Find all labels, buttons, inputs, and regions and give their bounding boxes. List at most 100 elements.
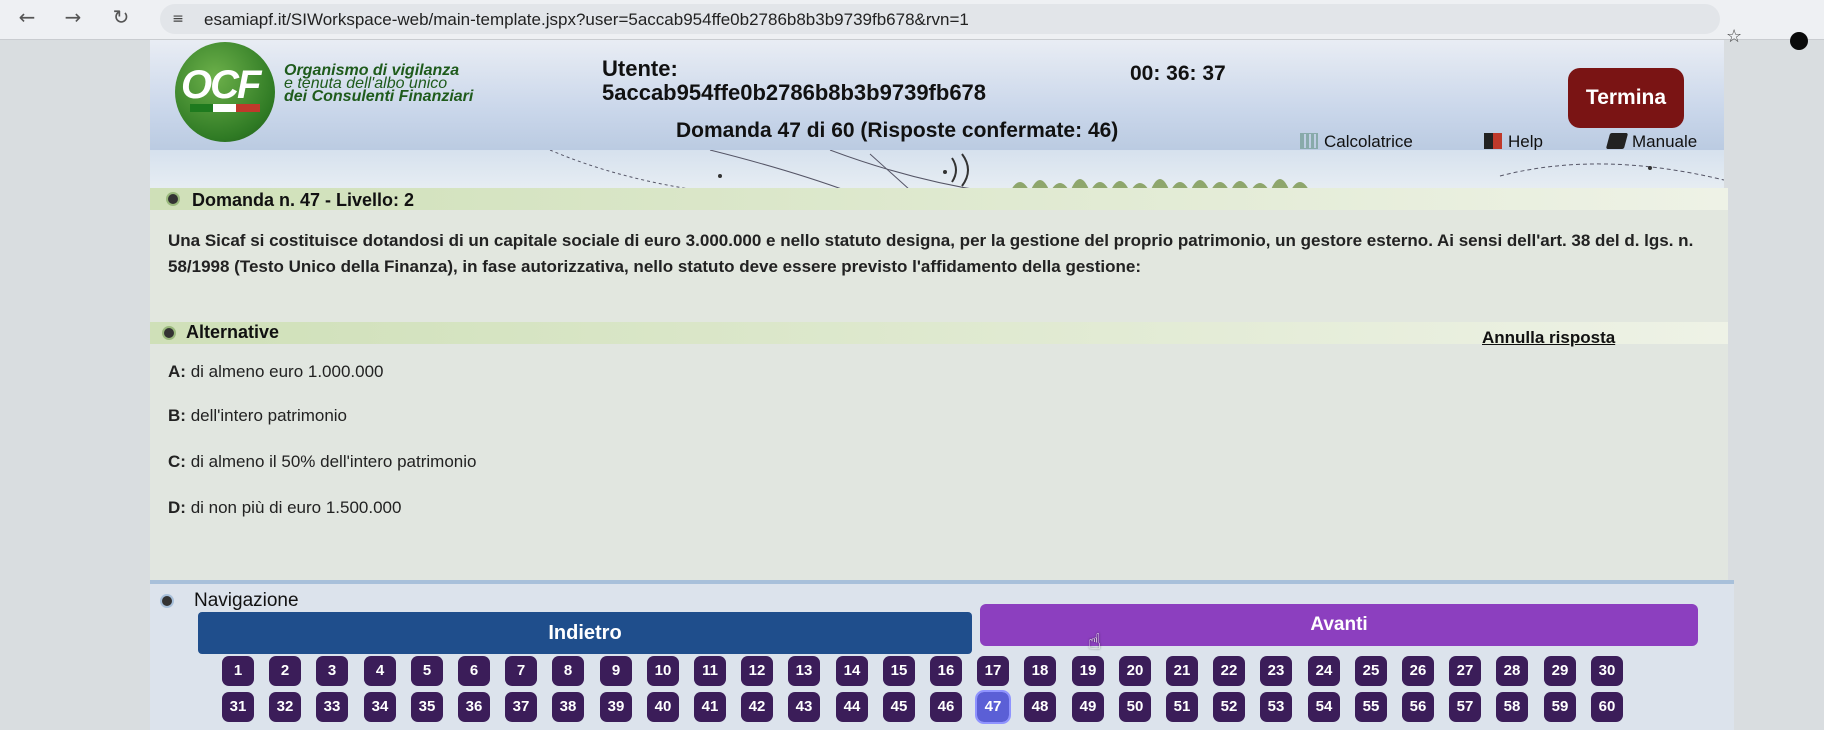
question-nav-button[interactable]: 49 xyxy=(1072,692,1104,722)
calculator-icon xyxy=(1300,133,1318,149)
question-nav-button[interactable]: 55 xyxy=(1355,692,1387,722)
question-nav-button[interactable]: 28 xyxy=(1496,656,1528,686)
question-nav-button[interactable]: 51 xyxy=(1166,692,1198,722)
question-nav-button[interactable]: 18 xyxy=(1024,656,1056,686)
question-nav-button[interactable]: 1 xyxy=(222,656,254,686)
question-grid: 1 2 3 4 5 6 7 8 9 10 11 12 13 14 15 16 17 18 19 20 21 22 23 24 2… xyxy=(222,656,1722,730)
question-nav-button[interactable]: 3 xyxy=(316,656,348,686)
option-d[interactable]: D: di non più di euro 1.500.000 xyxy=(168,498,401,518)
banner-illustration xyxy=(549,150,1724,192)
question-nav-button[interactable]: 26 xyxy=(1402,656,1434,686)
question-title: Domanda n. 47 - Livello: 2 xyxy=(192,190,415,210)
option-b[interactable]: B: dell'intero patrimonio xyxy=(168,406,347,426)
question-nav-button[interactable]: 32 xyxy=(269,692,301,722)
italian-flag-stripe xyxy=(190,104,260,112)
question-nav-button[interactable]: 8 xyxy=(552,656,584,686)
question-nav-button[interactable]: 29 xyxy=(1544,656,1576,686)
manual-button[interactable]: Manuale xyxy=(1605,132,1698,152)
question-nav-button[interactable]: 45 xyxy=(883,692,915,722)
question-nav-button[interactable]: 50 xyxy=(1119,692,1151,722)
question-nav-button[interactable]: 52 xyxy=(1213,692,1245,722)
question-nav-button[interactable]: 16 xyxy=(930,656,962,686)
question-nav-button[interactable]: 47 xyxy=(975,690,1011,724)
calculator-label: Calcolatrice xyxy=(1324,132,1413,151)
question-nav-button[interactable]: 37 xyxy=(505,692,537,722)
option-text: di non più di euro 1.500.000 xyxy=(190,498,402,517)
question-nav-button[interactable]: 23 xyxy=(1260,656,1292,686)
alternatives-title: Alternative xyxy=(186,322,280,342)
option-text: di almeno il 50% dell'intero patrimonio xyxy=(190,452,477,471)
option-c[interactable]: C: di almeno il 50% dell'intero patrimon… xyxy=(168,452,476,472)
question-nav-button[interactable]: 2 xyxy=(269,656,301,686)
bookmark-star-icon[interactable]: ☆ xyxy=(1726,26,1742,47)
question-nav-button[interactable]: 36 xyxy=(458,692,490,722)
question-nav-button[interactable]: 35 xyxy=(411,692,443,722)
question-nav-button[interactable]: 27 xyxy=(1449,656,1481,686)
question-nav-button[interactable]: 14 xyxy=(836,656,868,686)
url-text[interactable]: esamiapf.it/SIWorkspace-web/main-templat… xyxy=(204,10,969,30)
forward-arrow-icon[interactable]: → xyxy=(60,4,86,30)
question-nav-button[interactable]: 34 xyxy=(364,692,396,722)
question-nav-button[interactable]: 12 xyxy=(741,656,773,686)
question-nav-button[interactable]: 19 xyxy=(1072,656,1104,686)
question-nav-button[interactable]: 41 xyxy=(694,692,726,722)
profile-avatar[interactable] xyxy=(1790,32,1808,50)
question-nav-button[interactable]: 25 xyxy=(1355,656,1387,686)
question-nav-button[interactable]: 60 xyxy=(1591,692,1623,722)
question-nav-button[interactable]: 17 xyxy=(977,656,1009,686)
question-nav-button[interactable]: 33 xyxy=(316,692,348,722)
question-nav-button[interactable]: 48 xyxy=(1024,692,1056,722)
question-nav-button[interactable]: 20 xyxy=(1119,656,1151,686)
help-flag-icon xyxy=(1484,133,1502,149)
back-arrow-icon[interactable]: ← xyxy=(14,4,40,30)
question-nav-button[interactable]: 44 xyxy=(836,692,868,722)
question-nav-button[interactable]: 4 xyxy=(364,656,396,686)
question-nav-button[interactable]: 10 xyxy=(647,656,679,686)
question-nav-button[interactable]: 53 xyxy=(1260,692,1292,722)
question-nav-button[interactable]: 43 xyxy=(788,692,820,722)
back-button[interactable]: Indietro xyxy=(198,612,972,654)
reload-icon[interactable]: ↻ xyxy=(108,4,134,30)
site-info-icon[interactable]: ≡ xyxy=(168,9,188,29)
question-nav-button[interactable]: 39 xyxy=(600,692,632,722)
exam-timer: 00: 36: 37 xyxy=(1130,62,1226,85)
question-nav-button[interactable]: 54 xyxy=(1308,692,1340,722)
cancel-answer-link[interactable]: Annulla risposta xyxy=(1482,328,1615,348)
option-text: di almeno euro 1.000.000 xyxy=(190,362,384,381)
option-letter: C: xyxy=(168,452,186,471)
question-nav-button[interactable]: 57 xyxy=(1449,692,1481,722)
question-nav-button[interactable]: 5 xyxy=(411,656,443,686)
org-line-3: dei Consulenti Finanziari xyxy=(284,88,474,105)
question-nav-button[interactable]: 38 xyxy=(552,692,584,722)
question-nav-button[interactable]: 6 xyxy=(458,656,490,686)
question-nav-button[interactable]: 7 xyxy=(505,656,537,686)
question-nav-button[interactable]: 15 xyxy=(883,656,915,686)
question-nav-button[interactable]: 24 xyxy=(1308,656,1340,686)
question-nav-button[interactable]: 40 xyxy=(647,692,679,722)
question-text: Una Sicaf si costituisce dotandosi di un… xyxy=(168,231,1694,276)
question-nav-button[interactable]: 46 xyxy=(930,692,962,722)
question-nav-button[interactable]: 56 xyxy=(1402,692,1434,722)
question-nav-button[interactable]: 30 xyxy=(1591,656,1623,686)
question-nav-button[interactable]: 21 xyxy=(1166,656,1198,686)
user-id: 5accab954ffe0b2786b8b3b9739fb678 xyxy=(602,80,987,105)
question-nav-button[interactable]: 42 xyxy=(741,692,773,722)
navigation-title: Navigazione xyxy=(194,590,299,611)
question-nav-button[interactable]: 9 xyxy=(600,656,632,686)
terminate-button[interactable]: Termina xyxy=(1568,68,1684,128)
question-nav-button[interactable]: 13 xyxy=(788,656,820,686)
user-label: Utente: xyxy=(602,56,678,81)
alternatives-bullet-icon xyxy=(162,326,176,340)
organization-name: Organismo di vigilanza e tenuta dell'alb… xyxy=(284,63,524,105)
help-label: Help xyxy=(1508,132,1543,151)
calculator-button[interactable]: Calcolatrice xyxy=(1300,132,1413,152)
question-nav-button[interactable]: 58 xyxy=(1496,692,1528,722)
question-nav-button[interactable]: 22 xyxy=(1213,656,1245,686)
question-nav-button[interactable]: 11 xyxy=(694,656,726,686)
question-nav-button[interactable]: 31 xyxy=(222,692,254,722)
question-nav-button[interactable]: 59 xyxy=(1544,692,1576,722)
help-button[interactable]: Help xyxy=(1484,132,1543,152)
option-a[interactable]: A: di almeno euro 1.000.000 xyxy=(168,362,384,382)
manual-label: Manuale xyxy=(1632,132,1698,151)
book-icon xyxy=(1605,133,1629,149)
